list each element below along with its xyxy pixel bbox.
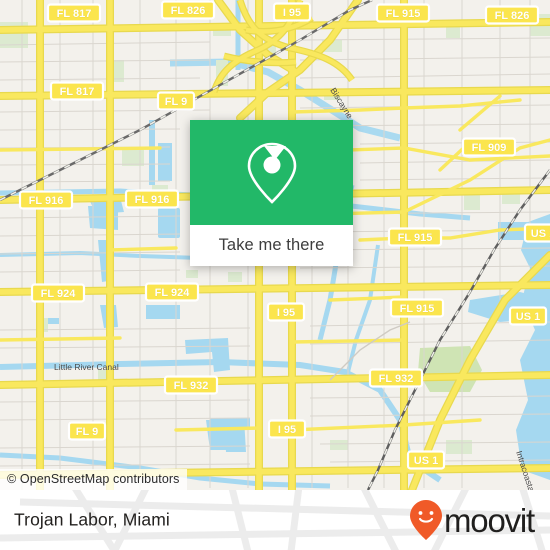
take-me-there-button[interactable]: Take me there <box>190 225 353 266</box>
road-shield-fl826-b: FL 826 <box>484 5 540 25</box>
road-shield-fl9-b: FL 9 <box>67 421 107 441</box>
road-shield-fl817-b: FL 817 <box>49 81 105 101</box>
road-shield-i95-c: I 95 <box>267 419 307 439</box>
road-shield-label: FL 909 <box>472 142 507 154</box>
road-shield-label: FL 932 <box>174 380 209 392</box>
map-screenshot: Little River Canal Biscayne Intracoastal… <box>0 0 550 550</box>
road-shield-fl932-a: FL 932 <box>163 375 219 395</box>
osm-attribution: © OpenStreetMap contributors <box>0 469 187 490</box>
road-shield-label: FL 932 <box>379 373 414 385</box>
road-shield-fl9-a: FL 9 <box>156 91 196 111</box>
road-shield-fl915-c: FL 915 <box>389 298 445 318</box>
map-label-little-river-canal: Little River Canal <box>54 362 119 372</box>
road-shield-fl915-b: FL 915 <box>387 227 443 247</box>
road-shield-label: US 1 <box>531 228 550 240</box>
moovit-smiley-pin-icon <box>410 500 442 540</box>
road-shield-label: FL 9 <box>165 96 187 108</box>
take-me-there-label: Take me there <box>218 236 325 254</box>
road-shield-fl932-b: FL 932 <box>368 368 424 388</box>
road-shield-fl826-a: FL 826 <box>160 0 216 20</box>
road-shield-us1-b: US 1 <box>508 306 548 326</box>
road-shield-us1-c: US 1 <box>406 450 446 470</box>
road-shield-label: FL 817 <box>57 8 92 20</box>
place-title: Trojan Labor, Miami <box>14 509 170 530</box>
road-shield-fl916-b: FL 916 <box>124 189 180 209</box>
road-shield-label: I 95 <box>278 424 296 436</box>
popup-pointer <box>264 146 286 160</box>
road-shield-label: FL 924 <box>155 287 191 299</box>
road-shield-fl915-a: FL 915 <box>375 3 431 23</box>
popup-icon-area <box>190 120 353 225</box>
road-shield-label: FL 915 <box>398 232 433 244</box>
road-shield-label: US 1 <box>414 455 438 467</box>
road-shield-fl817-a: FL 817 <box>46 3 102 23</box>
road-shield-label: FL 915 <box>400 303 435 315</box>
road-shield-label: FL 826 <box>171 5 206 17</box>
footer-bar: Trojan Labor, Miami moovit <box>0 490 550 550</box>
map-popup-card[interactable]: Take me there <box>190 120 353 266</box>
road-shield-label: FL 916 <box>29 195 64 207</box>
road-shield-label: FL 915 <box>386 8 421 20</box>
moovit-wordmark: moovit <box>444 501 535 539</box>
road-shield-i95-b: I 95 <box>266 302 306 322</box>
road-shield-label: US 1 <box>516 311 540 323</box>
road-shield-label: FL 916 <box>135 194 170 206</box>
road-shield-label: FL 924 <box>41 288 77 300</box>
road-shield-label: FL 9 <box>76 426 98 438</box>
road-shield-fl916-a: FL 916 <box>18 190 74 210</box>
moovit-logo[interactable]: moovit <box>409 499 535 541</box>
road-shield-label: I 95 <box>277 307 295 319</box>
road-shield-label: FL 826 <box>495 10 530 22</box>
road-shield-label: FL 817 <box>60 86 95 98</box>
road-shield-us1-a: US 1 <box>523 223 550 243</box>
road-shield-label: I 95 <box>283 7 301 19</box>
road-shield-fl924-b: FL 924 <box>144 282 200 302</box>
road-shield-fl924-a: FL 924 <box>30 283 86 303</box>
road-shield-i95-a: I 95 <box>272 2 312 22</box>
road-shield-fl909-a: FL 909 <box>461 137 517 157</box>
